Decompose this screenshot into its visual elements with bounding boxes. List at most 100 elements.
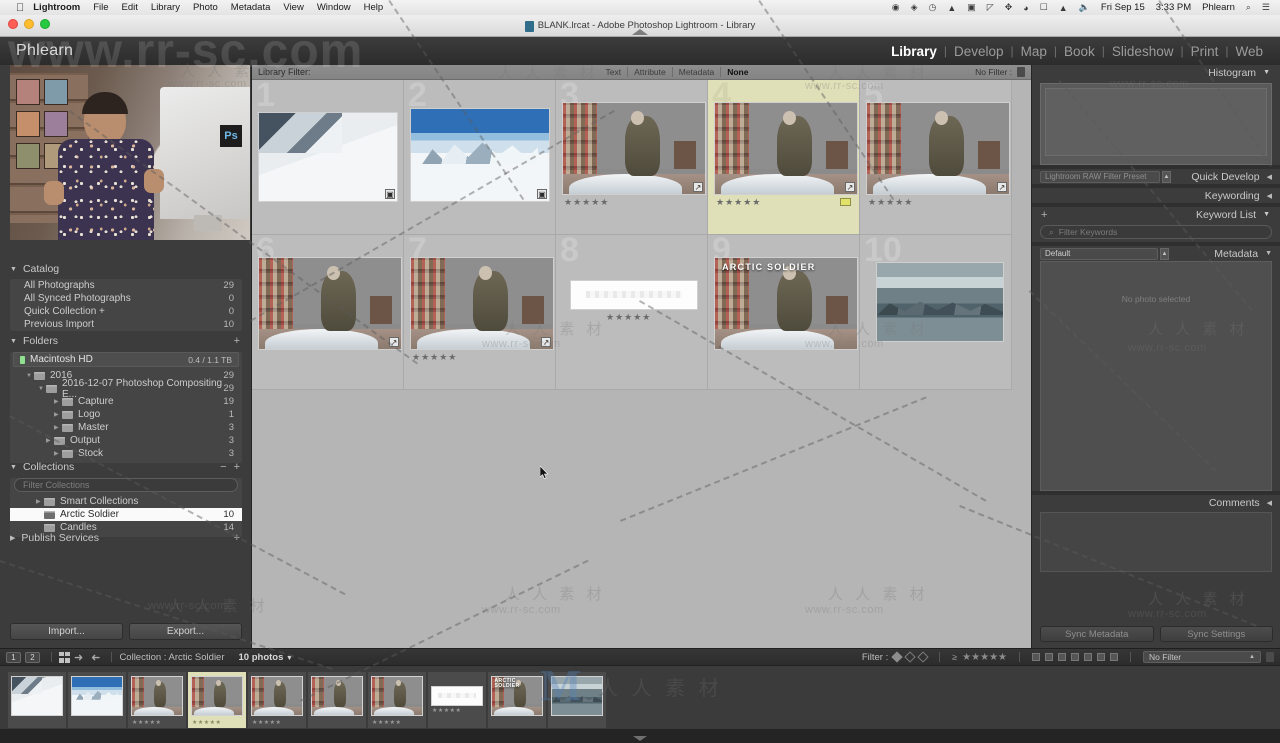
volume-macintosh-hd[interactable]: Macintosh HD 0.4 / 1.1 TB (13, 352, 239, 367)
sync-metadata-button[interactable]: Sync Metadata (1040, 626, 1154, 642)
collection-item-smart-collections[interactable]: ▶ Smart Collections (10, 495, 242, 508)
histogram-panel[interactable] (1040, 83, 1272, 165)
thumbnail-image[interactable]: ↗ (714, 102, 858, 195)
grid-cell[interactable]: 5 ↗ ★★★★★ (860, 78, 1012, 235)
color-label-filter-custom[interactable] (1110, 653, 1118, 661)
module-develop[interactable]: Develop (947, 44, 1011, 59)
color-label-filter-green[interactable] (1058, 653, 1066, 661)
filmstrip-thumbnail[interactable] (11, 676, 63, 716)
window-controls[interactable] (8, 19, 50, 29)
close-icon[interactable] (8, 19, 18, 29)
chevron-right-icon[interactable]: ▶ (46, 437, 54, 444)
grid-cell[interactable]: 2 ▣ (404, 78, 556, 235)
timemachine-icon[interactable]: ◸ (987, 2, 994, 13)
volume-icon[interactable]: 🔈 (1079, 2, 1090, 13)
forward-arrow-icon[interactable]: ➜ (91, 651, 100, 664)
thumbnail-image[interactable]: ↗ (258, 257, 402, 350)
menu-item-help[interactable]: Help (364, 2, 384, 13)
filter-preset-label[interactable]: No Filter : (975, 67, 1012, 77)
collection-item-arctic-soldier[interactable]: Arctic Soldier 10 (10, 508, 242, 521)
star-filter[interactable]: ★★★★★ (962, 652, 1007, 663)
photo-count-dropdown[interactable]: 10 photos ▼ (239, 652, 293, 663)
chevron-down-icon[interactable]: ▼ (10, 464, 17, 471)
chevron-down-icon[interactable]: ▼ (286, 655, 293, 662)
flag-reject-icon[interactable] (917, 651, 929, 663)
module-slideshow[interactable]: Slideshow (1105, 44, 1181, 59)
filmstrip[interactable]: ★★★★★ ★★★★★ ★★★★★ ★★★★★ ★★★★★ ARCTIC SOL… (0, 665, 1280, 743)
quick-develop-preset-select[interactable]: Lightroom RAW Filter Preset (1040, 170, 1160, 183)
export-button[interactable]: Export... (129, 623, 242, 640)
chevron-down-icon[interactable]: ▼ (1263, 69, 1270, 76)
record-icon[interactable]: ◉ (892, 2, 900, 13)
chevron-down-icon[interactable]: ▼ (10, 338, 17, 345)
add-collection-icon[interactable]: + (227, 461, 252, 473)
chevron-left-icon[interactable]: ◀ (1267, 499, 1272, 507)
keyword-list-header[interactable]: + Keyword List ▼ (1032, 207, 1280, 222)
filter-preset-select[interactable]: No Filter ▲ (1143, 651, 1261, 663)
menu-item-window[interactable]: Window (317, 2, 351, 13)
chevron-right-icon[interactable]: ▶ (10, 534, 15, 542)
grid-cell[interactable]: 10 (860, 233, 1012, 390)
color-label-badge[interactable] (840, 198, 851, 206)
lock-icon[interactable] (1266, 652, 1274, 662)
histogram-header[interactable]: Histogram ▼ (1032, 65, 1280, 80)
navigator-preview[interactable]: Ps (10, 65, 250, 240)
comments-header[interactable]: Comments ◀ (1032, 495, 1280, 510)
edit-badge-icon[interactable]: ↗ (541, 337, 551, 347)
quick-develop-header[interactable]: Lightroom RAW Filter Preset ▲ Quick Deve… (1032, 169, 1280, 184)
menu-item-view[interactable]: View (283, 2, 303, 13)
filmstrip-thumbnail[interactable] (251, 676, 303, 716)
menu-item-metadata[interactable]: Metadata (231, 2, 271, 13)
color-label-filter-yellow[interactable] (1045, 653, 1053, 661)
chevron-down-icon[interactable]: ▼ (38, 386, 46, 392)
chevron-right-icon[interactable]: ▶ (54, 411, 62, 418)
thumbnail-image[interactable] (570, 280, 698, 310)
folder-item-2016-12-07[interactable]: ▼ 2016-12-07 Photoshop Compositing E... … (10, 378, 242, 400)
chevron-left-icon[interactable]: ◀ (1267, 192, 1272, 200)
filter-tab-attribute[interactable]: Attribute (627, 67, 672, 77)
chevron-right-icon[interactable]: ▶ (36, 498, 44, 505)
back-arrow-icon[interactable]: ➜ (74, 651, 83, 664)
color-label-filter-none[interactable] (1097, 653, 1105, 661)
chevron-down-icon[interactable]: ▼ (26, 373, 34, 379)
catalog-item-all-synced-photographs[interactable]: All Synced Photographs 0 (10, 292, 242, 305)
menu-item-edit[interactable]: Edit (122, 2, 138, 13)
collections-header[interactable]: ▼ Collections − + (0, 459, 252, 475)
publish-services-header[interactable]: ▶ Publish Services + (0, 530, 252, 546)
star-rating[interactable]: ★★★★★ (606, 313, 651, 322)
wifi-icon[interactable]: ◕ (1023, 3, 1028, 13)
airplay-icon[interactable]: ☐ (1040, 2, 1048, 13)
thumbnail-image[interactable]: ▣ (410, 108, 550, 202)
filmstrip-thumbnail[interactable] (311, 676, 363, 716)
keywording-header[interactable]: Keywording ◀ (1032, 188, 1280, 203)
color-label-filter-red[interactable] (1032, 653, 1040, 661)
grid-cell[interactable]: 7 ↗ ★★★★★ (404, 233, 556, 390)
catalog-item-quick-collection[interactable]: Quick Collection + 0 (10, 305, 242, 318)
menubar-user[interactable]: Phlearn (1202, 2, 1235, 13)
rating-operator[interactable]: ≥ (952, 652, 957, 662)
crop-badge-icon[interactable]: ▣ (537, 189, 547, 199)
chevron-right-icon[interactable]: ▶ (54, 424, 62, 431)
catalog-item-all-photographs[interactable]: All Photographs 29 (10, 279, 242, 292)
thumbnail-image[interactable]: ARCTIC SOLDIER (714, 257, 858, 350)
chevron-right-icon[interactable]: ▶ (54, 450, 62, 457)
maximize-icon[interactable] (40, 19, 50, 29)
chevron-right-icon[interactable]: ▶ (54, 398, 62, 405)
filmstrip-thumbnail[interactable] (191, 676, 243, 716)
grid-cell[interactable]: 1 ▣ (252, 78, 404, 235)
view-preset-1-button[interactable]: 1 (6, 651, 21, 663)
edit-badge-icon[interactable]: ↗ (845, 182, 855, 192)
folder-item-logo[interactable]: ▶ Logo 1 (10, 408, 242, 421)
edit-badge-icon[interactable]: ↗ (997, 182, 1007, 192)
folders-header[interactable]: ▼ Folders + (0, 333, 252, 349)
chevron-down-icon[interactable]: ▼ (10, 266, 17, 273)
filmstrip-thumbnail[interactable] (371, 676, 423, 716)
top-panel-toggle-icon[interactable] (632, 29, 648, 35)
menu-item-library[interactable]: Library (151, 2, 180, 13)
thumbnail-image[interactable]: ↗ (866, 102, 1010, 195)
edit-badge-icon[interactable]: ↗ (693, 182, 703, 192)
filmstrip-thumbnail[interactable] (431, 686, 483, 706)
metadata-preset-select[interactable]: Default (1040, 247, 1158, 260)
keyword-search-input[interactable]: ⌕ Filter Keywords (1040, 225, 1272, 239)
catalog-header[interactable]: ▼ Catalog (0, 261, 252, 277)
